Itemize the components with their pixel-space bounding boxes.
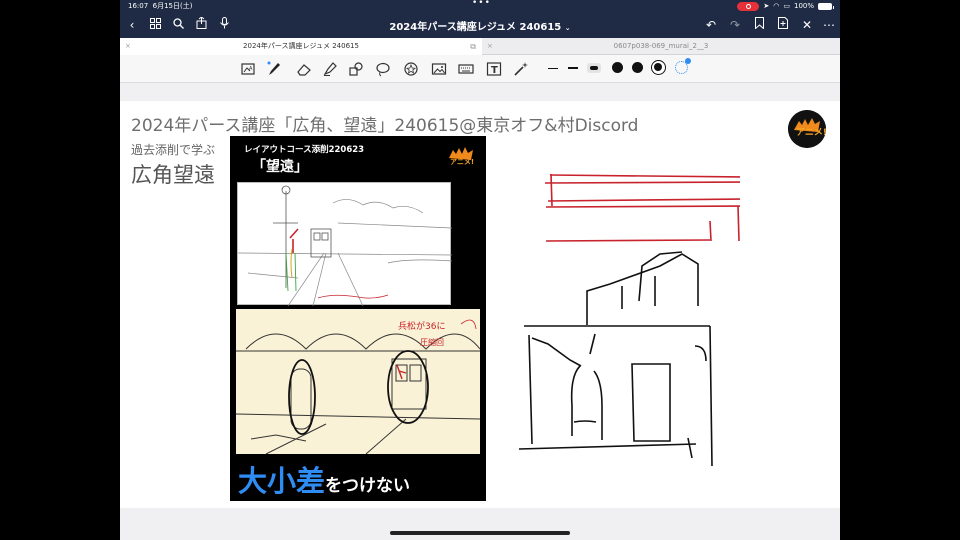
sketch-annotation-1: 兵松が36に [398,320,445,332]
status-bar: 16:07 6月15日(土) ••• ➤ ◠ ▭ 100% [120,0,840,12]
bookmark-icon[interactable] [750,16,768,34]
slide-kanji: 「望遠」 [252,159,308,175]
page-area[interactable]: 2024年パース講座「広角、望遠」240615@東京オフ&村Discord アニ… [120,83,840,540]
page-title: 2024年パース講座「広角、望遠」240615@東京オフ&村Discord [131,116,639,136]
screen-mirror-icon: ▭ [783,2,790,10]
stroke-width-thick[interactable] [587,63,601,73]
battery-percent: 100% [793,2,814,10]
location-icon: ➤ [763,2,770,10]
sketch-annotation-2: 圧縮回 [420,337,444,347]
color-swatch-3-selected[interactable] [651,60,666,75]
slide-logo: アニメ! [446,142,476,170]
tab-label: 2024年パース講座レジュメ 240615 [243,42,359,50]
stroke-width-medium[interactable] [568,67,578,69]
battery-icon [818,2,834,10]
redo-icon[interactable]: ↷ [726,16,744,34]
section-label: 広角望遠 [131,163,215,187]
text-icon[interactable]: T [486,61,502,77]
tab-document-2[interactable]: × 0607p038-069_murai_2__3 [482,38,840,55]
undo-icon[interactable]: ↶ [702,16,720,34]
slide-image[interactable]: レイアウトコース添削220623 「望遠」 アニメ! 兵松が36に 圧縮回 大小… [230,136,486,501]
app-screen: 16:07 6月15日(土) ••• ➤ ◠ ▭ 100% ‹ 2024年パース… [120,0,840,540]
lasso-scan-icon[interactable]: A [240,61,256,77]
lasso-icon[interactable] [375,61,391,77]
color-swatch-1[interactable] [612,62,623,73]
note-page[interactable]: 2024年パース講座「広角、望遠」240615@東京オフ&村Discord アニ… [120,101,840,508]
status-time: 16:07 6月15日(土) [128,2,193,10]
highlighter-icon[interactable] [322,61,338,77]
shapes-icon[interactable] [348,61,364,77]
tab-document-1[interactable]: × 2024年パース講座レジュメ 240615 ⧉ [120,38,482,55]
nav-bar: ‹ 2024年パース講座レジュメ 240615 ⌄ ↶ ↷ ✕ ⋯ [120,12,840,38]
caption-highlight: 大小差 [238,464,326,498]
slide-logo-text: アニメ! [450,158,474,166]
sticker-icon[interactable] [403,61,419,77]
train-sketch-2: 兵松が36に 圧縮回 [235,309,481,455]
eraser-icon[interactable] [296,61,312,77]
more-icon[interactable]: ⋯ [820,16,838,34]
slide-caption: 大小差をつけない [238,458,410,500]
svg-text:T: T [491,65,498,76]
chevron-down-icon: ⌄ [564,24,571,32]
logo-text: アニメ! [796,127,826,138]
tool-bar: A T [120,55,840,83]
multitask-dots-icon[interactable]: ••• [472,0,491,9]
add-page-icon[interactable] [774,16,792,34]
new-window-icon[interactable]: ⧉ [470,38,476,55]
caption-text: をつけない [325,476,411,496]
handwritten-drawing[interactable] [510,166,740,466]
laser-icon[interactable] [513,61,529,77]
image-icon[interactable] [431,61,447,77]
close-icon[interactable]: ✕ [798,16,816,34]
subtitle: 過去添削で学ぶ [131,143,216,157]
color-swatch-2[interactable] [632,62,643,73]
status-right: ➤ ◠ ▭ 100% [737,0,834,12]
tab-label: 0607p038-069_murai_2__3 [613,42,709,50]
screen-record-icon[interactable] [737,2,760,11]
stroke-width-thin[interactable] [548,68,558,69]
train-sketch-1 [237,182,453,307]
tab-bar: × 2024年パース講座レジュメ 240615 ⧉ × 0607p038-069… [120,38,840,55]
slide-header: レイアウトコース添削220623 [244,145,365,155]
svg-text:A: A [249,66,253,72]
anime-logo: アニメ! [788,110,826,148]
add-color-icon[interactable] [675,58,691,74]
keyboard-icon[interactable] [458,61,474,77]
wifi-icon: ◠ [773,2,780,10]
home-indicator[interactable] [390,531,570,535]
pen-icon[interactable] [266,61,282,77]
